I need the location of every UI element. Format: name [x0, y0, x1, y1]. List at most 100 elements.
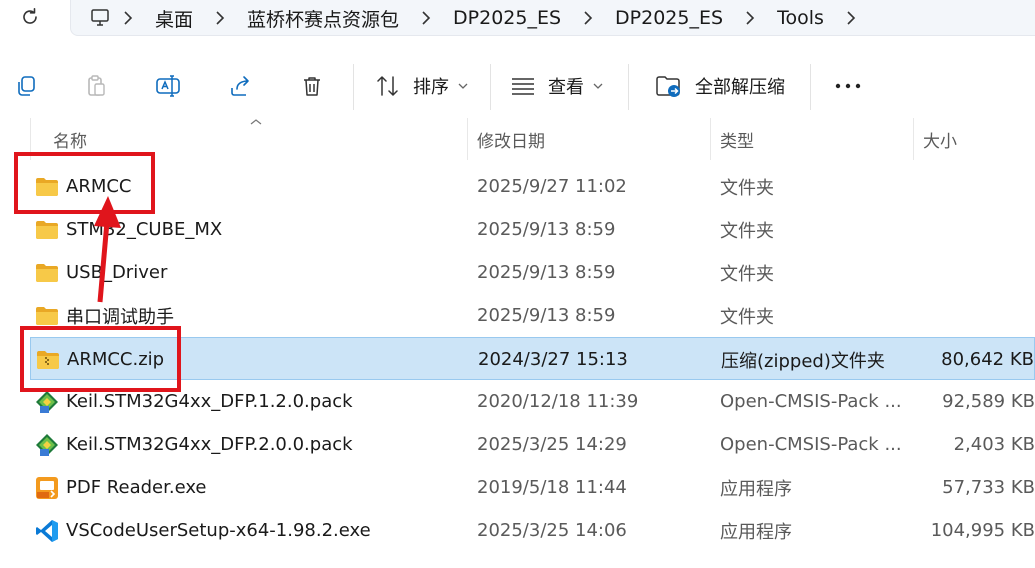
breadcrumb-item-dp2025-es-inner[interactable]: DP2025_ES: [605, 7, 733, 29]
sort-label: 排序: [413, 77, 449, 98]
file-name: STM32_CUBE_MX: [66, 219, 223, 240]
column-header-type[interactable]: 类型: [720, 118, 910, 160]
cmsis-pack-icon: [35, 390, 59, 414]
file-row-pdf-reader[interactable]: PDF Reader.exe 2019/5/18 11:44 应用程序 57,7…: [0, 466, 1035, 509]
sort-icon: [377, 76, 398, 96]
extract-all-label: 全部解压缩: [695, 77, 785, 98]
file-name: 串口调试助手: [66, 306, 174, 328]
extract-all-icon: [656, 76, 680, 97]
annotation-box-armcc-zip: [20, 326, 181, 392]
chevron-right-icon[interactable]: [111, 10, 145, 26]
column-divider[interactable]: [710, 118, 711, 160]
file-type: 应用程序: [720, 521, 792, 543]
toolbar-divider: [490, 64, 491, 110]
file-type: 文件夹: [720, 263, 774, 285]
file-name: USB_Driver: [66, 262, 168, 283]
refresh-icon: [23, 8, 37, 24]
view-list-icon: [512, 78, 534, 95]
more-options-button[interactable]: [830, 66, 866, 106]
column-divider[interactable]: [913, 118, 914, 160]
column-name-label: 名称: [53, 131, 87, 152]
chevron-right-icon[interactable]: [203, 10, 237, 26]
file-type: 文件夹: [720, 220, 774, 242]
view-button[interactable]: 查看: [510, 66, 604, 106]
chevron-right-icon[interactable]: [834, 10, 868, 26]
column-type-label: 类型: [720, 131, 754, 152]
file-name-cell: VSCodeUserSetup-x64-1.98.2.exe: [35, 509, 371, 552]
folder-icon: [35, 261, 59, 285]
file-size: [915, 208, 1035, 251]
file-name-cell: PDF Reader.exe: [35, 466, 207, 509]
file-date: 2025/9/27 11:02: [477, 176, 627, 197]
column-size-label: 大小: [923, 131, 957, 152]
file-size: [915, 251, 1035, 294]
file-date: 2025/3/25 14:29: [477, 434, 627, 455]
extract-all-button[interactable]: 全部解压缩: [655, 66, 785, 106]
file-name-cell: USB_Driver: [35, 251, 167, 294]
chevron-right-icon[interactable]: [571, 10, 605, 26]
column-header-size[interactable]: 大小: [923, 118, 1033, 160]
folder-icon: [35, 218, 59, 242]
refresh-button[interactable]: [0, 0, 60, 34]
column-divider[interactable]: [467, 118, 468, 160]
file-date: 2025/3/25 14:06: [477, 520, 627, 541]
file-size: [915, 294, 1035, 337]
toolbar-divider: [810, 64, 811, 110]
toolbar-divider: [628, 64, 629, 110]
file-type: Open-CMSIS-Pack ...: [720, 434, 902, 455]
file-row-usb-driver-folder[interactable]: USB_Driver 2025/9/13 8:59 文件夹: [0, 251, 1035, 294]
chevron-down-icon: [593, 83, 603, 89]
file-name: Keil.STM32G4xx_DFP.1.2.0.pack: [66, 391, 353, 412]
folder-icon: [35, 304, 59, 328]
breadcrumb-item-desktop[interactable]: 桌面: [145, 5, 203, 32]
file-name: VSCodeUserSetup-x64-1.98.2.exe: [66, 520, 371, 541]
breadcrumb: 桌面 蓝桥杯赛点资源包 DP2025_ES DP2025_ES Tools: [71, 5, 868, 32]
file-name-cell: STM32_CUBE_MX: [35, 208, 222, 251]
more-icon: [835, 83, 861, 89]
file-name-cell: Keil.STM32G4xx_DFP.2.0.0.pack: [35, 423, 353, 466]
chevron-right-icon[interactable]: [409, 10, 443, 26]
vscode-icon: [35, 519, 59, 543]
breadcrumb-item-tools[interactable]: Tools: [767, 7, 834, 29]
chevron-down-icon: [458, 83, 468, 89]
file-date: 2025/9/13 8:59: [477, 262, 616, 283]
file-row-armcc-folder[interactable]: ARMCC 2025/9/27 11:02 文件夹: [0, 165, 1035, 208]
sort-button[interactable]: 排序: [375, 66, 469, 106]
file-type: 文件夹: [720, 177, 774, 199]
file-date: 2020/12/18 11:39: [477, 391, 639, 412]
paste-icon: [88, 75, 105, 96]
command-bar: 排序 查看 全部解压缩: [0, 58, 1035, 114]
file-date: 2025/9/13 8:59: [477, 305, 616, 326]
address-bar[interactable]: 桌面 蓝桥杯赛点资源包 DP2025_ES DP2025_ES Tools: [70, 0, 1035, 36]
delete-button[interactable]: [294, 66, 330, 106]
address-bar-area: 桌面 蓝桥杯赛点资源包 DP2025_ES DP2025_ES Tools: [0, 0, 1035, 48]
pdf-reader-icon: [35, 476, 59, 500]
file-size: 2,403 KB: [953, 434, 1035, 455]
file-size: 104,995 KB: [930, 520, 1035, 541]
copy-button[interactable]: [8, 66, 44, 106]
file-type: Open-CMSIS-Pack ...: [720, 391, 902, 412]
file-date: 2025/9/13 8:59: [477, 219, 616, 240]
file-row-keil-pack-2-0-0[interactable]: Keil.STM32G4xx_DFP.2.0.0.pack 2025/3/25 …: [0, 423, 1035, 466]
paste-button[interactable]: [78, 66, 114, 106]
computer-icon[interactable]: [89, 7, 111, 29]
chevron-right-icon[interactable]: [733, 10, 767, 26]
breadcrumb-item-dp2025-es[interactable]: DP2025_ES: [443, 7, 571, 29]
file-row-stm32-cube-mx-folder[interactable]: STM32_CUBE_MX 2025/9/13 8:59 文件夹: [0, 208, 1035, 251]
view-label: 查看: [548, 77, 584, 98]
rename-icon: [156, 75, 180, 97]
file-date: 2024/3/27 15:13: [478, 349, 628, 370]
file-type: 压缩(zipped)文件夹: [721, 350, 885, 372]
file-date: 2019/5/18 11:44: [477, 477, 627, 498]
copy-icon: [18, 76, 35, 96]
annotation-box-armcc-folder: [14, 152, 155, 214]
column-header: 名称 修改日期 类型 大小: [0, 118, 1035, 160]
column-header-date[interactable]: 修改日期: [477, 118, 707, 160]
file-row-vscode-setup[interactable]: VSCodeUserSetup-x64-1.98.2.exe 2025/3/25…: [0, 509, 1035, 552]
file-name: Keil.STM32G4xx_DFP.2.0.0.pack: [66, 434, 353, 455]
file-size: 80,642 KB: [941, 349, 1034, 370]
breadcrumb-item-resource-pack[interactable]: 蓝桥杯赛点资源包: [237, 5, 409, 32]
rename-button[interactable]: [150, 66, 186, 106]
file-type: 文件夹: [720, 306, 774, 328]
share-button[interactable]: [222, 66, 258, 106]
